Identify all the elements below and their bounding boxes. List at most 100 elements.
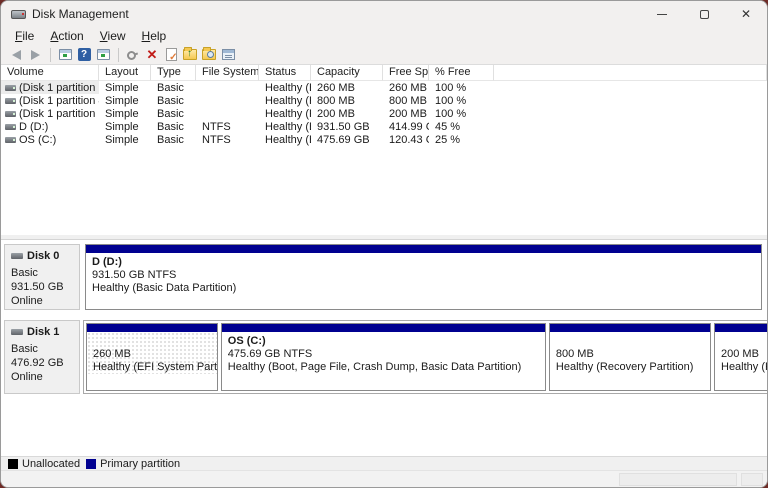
- table-row[interactable]: (Disk 1 partition 4) Simple Basic Health…: [1, 94, 767, 107]
- volume-icon: [5, 124, 16, 130]
- disk-0-label[interactable]: Disk 0 Basic 931.50 GB Online: [4, 244, 80, 310]
- primary-partition-stripe: [715, 324, 768, 332]
- disk-1-label[interactable]: Disk 1 Basic 476.92 GB Online: [4, 320, 80, 394]
- primary-partition-stripe: [87, 324, 217, 332]
- show-action-pane-button[interactable]: [94, 46, 112, 64]
- check-disk-button[interactable]: [162, 46, 180, 64]
- partition-size: 260 MB: [93, 348, 217, 361]
- partition-recovery-800[interactable]: 800 MB Healthy (Recovery Partition): [549, 323, 711, 391]
- help-button[interactable]: [75, 46, 93, 64]
- table-row[interactable]: (Disk 1 partition 1) Simple Basic Health…: [1, 81, 767, 94]
- properties-button[interactable]: [219, 46, 237, 64]
- partition-efi[interactable]: 260 MB Healthy (EFI System Partition): [86, 323, 218, 391]
- volume-capacity: 931.50 GB: [311, 120, 383, 133]
- disk-0-row: Disk 0 Basic 931.50 GB Online D (D:) 931…: [4, 244, 764, 310]
- volume-status: Healthy (R...: [259, 107, 311, 120]
- explore-button[interactable]: [200, 46, 218, 64]
- check-document-icon: [166, 48, 177, 61]
- volume-layout: Simple: [99, 120, 151, 133]
- partition-title: D (D:): [92, 256, 761, 269]
- status-panel: [741, 473, 763, 486]
- help-icon: [78, 48, 91, 61]
- menu-action[interactable]: Action: [42, 28, 91, 44]
- volume-status: Healthy (B...: [259, 133, 311, 146]
- volume-status: Healthy (B...: [259, 120, 311, 133]
- column-header-filler: [494, 65, 767, 81]
- partition-c[interactable]: OS (C:) 475.69 GB NTFS Healthy (Boot, Pa…: [221, 323, 546, 391]
- partition-size: 931.50 GB NTFS: [92, 269, 761, 282]
- column-header-type[interactable]: Type: [151, 65, 196, 81]
- table-row[interactable]: OS (C:) Simple Basic NTFS Healthy (B... …: [1, 133, 767, 146]
- volume-layout: Simple: [99, 107, 151, 120]
- partition-title: [556, 335, 710, 348]
- volume-icon: [5, 98, 16, 104]
- volume-type: Basic: [151, 81, 196, 94]
- partition-size: 475.69 GB NTFS: [228, 348, 545, 361]
- maximize-icon: [700, 10, 709, 19]
- column-header-status[interactable]: Status: [259, 65, 311, 81]
- partition-size: 800 MB: [556, 348, 710, 361]
- menu-view[interactable]: View: [92, 28, 134, 44]
- disk-state: Online: [11, 294, 75, 308]
- window-title: Disk Management: [32, 7, 129, 21]
- delete-volume-button[interactable]: ✕: [143, 46, 161, 64]
- volume-name: (Disk 1 partition 1): [19, 82, 99, 94]
- disk-state: Online: [11, 370, 75, 384]
- disk-size: 476.92 GB: [11, 356, 75, 370]
- partition-title: OS (C:): [228, 335, 545, 348]
- primary-partition-stripe: [222, 324, 545, 332]
- column-header-volume[interactable]: Volume: [1, 65, 99, 81]
- close-button[interactable]: ✕: [725, 1, 767, 27]
- partition-title: [93, 335, 217, 348]
- toolbar: ✕: [1, 45, 767, 65]
- volume-capacity: 200 MB: [311, 107, 383, 120]
- forward-icon: [31, 50, 40, 60]
- folder-up-icon: [183, 49, 197, 60]
- table-row[interactable]: D (D:) Simple Basic NTFS Healthy (B... 9…: [1, 120, 767, 133]
- partition-recovery-200[interactable]: 200 MB Healthy (Recovery Partition): [714, 323, 768, 391]
- volume-free: 120.43 GB: [383, 133, 429, 146]
- disk-management-window: Disk Management ✕ File Action View Help …: [0, 0, 768, 488]
- volume-type: Basic: [151, 107, 196, 120]
- volume-icon: [5, 137, 16, 143]
- tool-button[interactable]: [124, 46, 142, 64]
- disk-icon: [11, 253, 23, 259]
- volume-layout: Simple: [99, 133, 151, 146]
- partition-status: Healthy (Boot, Page File, Crash Dump, Ba…: [228, 361, 545, 374]
- show-console-tree-button[interactable]: [56, 46, 74, 64]
- disk-name: Disk 0: [27, 249, 59, 263]
- disk-kind: Basic: [11, 342, 75, 356]
- partition-d[interactable]: D (D:) 931.50 GB NTFS Healthy (Basic Dat…: [85, 244, 762, 310]
- minimize-button[interactable]: [641, 1, 683, 27]
- table-row[interactable]: (Disk 1 partition 5) Simple Basic Health…: [1, 107, 767, 120]
- volume-status: Healthy (E...: [259, 81, 311, 94]
- console-window-icon: [59, 49, 72, 60]
- primary-partition-stripe: [86, 245, 761, 253]
- legend-primary-partition: Primary partition: [86, 458, 180, 470]
- column-header-capacity[interactable]: Capacity: [311, 65, 383, 81]
- menu-file[interactable]: File: [7, 28, 42, 44]
- title-bar[interactable]: Disk Management ✕: [1, 1, 767, 27]
- properties-icon: [222, 49, 235, 60]
- primary-partition-swatch: [86, 459, 96, 469]
- column-header-pct-free[interactable]: % Free: [429, 65, 494, 81]
- primary-partition-stripe: [550, 324, 710, 332]
- partition-status: Healthy (EFI System Partition): [93, 361, 217, 374]
- app-icon: [11, 9, 26, 20]
- volume-fs: NTFS: [196, 120, 259, 133]
- forward-button[interactable]: [26, 46, 44, 64]
- partition-status: Healthy (Basic Data Partition): [92, 282, 761, 295]
- disk-kind: Basic: [11, 266, 75, 280]
- column-header-free-space[interactable]: Free Sp...: [383, 65, 429, 81]
- maximize-button[interactable]: [683, 1, 725, 27]
- legend-label: Primary partition: [100, 458, 180, 470]
- partition-status: Healthy (Recovery Partition): [721, 361, 768, 374]
- volume-pct-free: 100 %: [429, 107, 494, 120]
- volume-list: Volume Layout Type File System Status Ca…: [1, 65, 767, 235]
- open-button[interactable]: [181, 46, 199, 64]
- volume-type: Basic: [151, 94, 196, 107]
- back-button[interactable]: [7, 46, 25, 64]
- column-header-layout[interactable]: Layout: [99, 65, 151, 81]
- column-header-file-system[interactable]: File System: [196, 65, 259, 81]
- menu-help[interactable]: Help: [134, 28, 175, 44]
